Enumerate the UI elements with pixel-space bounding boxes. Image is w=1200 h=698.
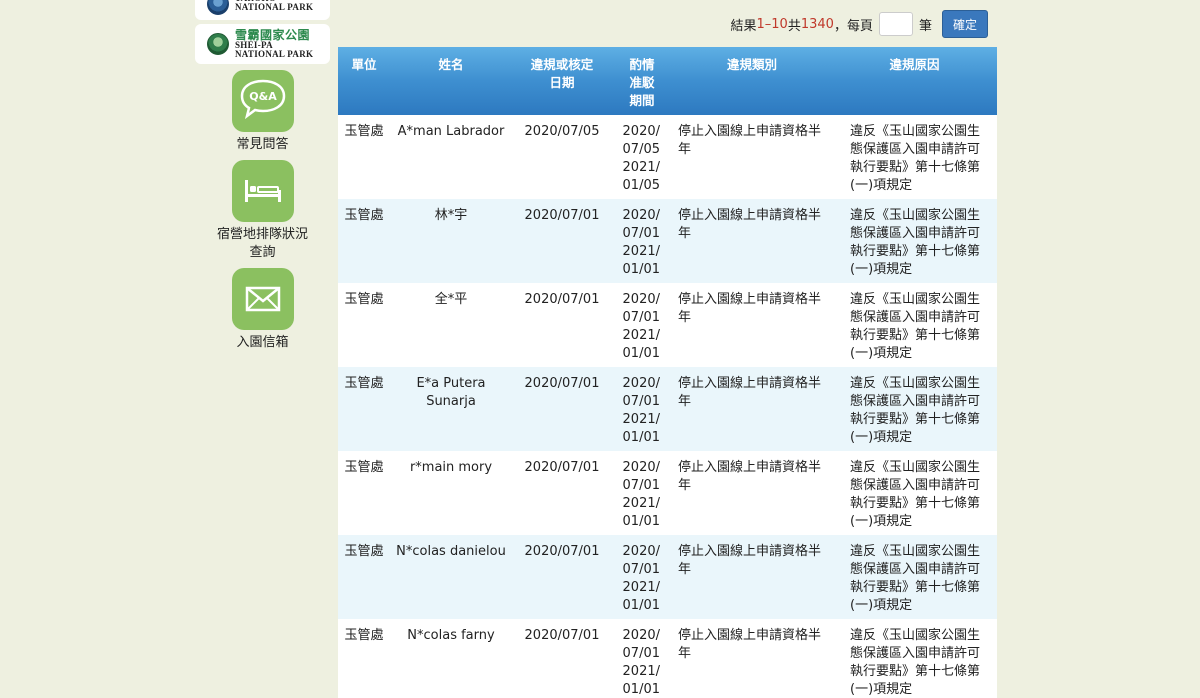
col-unit[interactable]: 單位 (338, 47, 390, 115)
cell-period: 2020/ 07/05 2021/ 01/05 (612, 115, 672, 199)
cell-category: 停止入園線上申請資格半年 (672, 619, 832, 698)
faq-tile[interactable]: Q&A (231, 70, 294, 132)
cell-reason: 違反《玉山國家公園生態保護區入園申請許可執行要點》第十七條第(一)項規定 (832, 535, 997, 619)
nav-campsite-queue[interactable]: 宿營地排隊狀況查詢 (195, 160, 330, 262)
cell-reason: 違反《玉山國家公園生態保護區入園申請許可執行要點》第十七條第(一)項規定 (832, 367, 997, 451)
qa-badge: Q&A (249, 90, 277, 103)
cell-name: N*colas farny (390, 619, 512, 698)
results-prefix: 結果 (730, 18, 757, 34)
qa-bubble-icon: Q&A (240, 79, 285, 120)
cell-name: E*a Putera Sunarja (390, 367, 512, 451)
per-page-input[interactable] (878, 12, 913, 36)
table-row: 玉管處 A*man Labrador 2020/07/05 2020/ 07/05 2… (338, 115, 997, 199)
bed-icon (244, 180, 281, 202)
cell-category: 停止入園線上申請資格半年 (672, 199, 832, 283)
cell-period: 2020/ 07/01 2021/ 01/01 (612, 619, 672, 698)
cell-name: 全*平 (390, 283, 512, 367)
cell-period: 2020/ 07/01 2021/ 01/01 (612, 367, 672, 451)
cell-reason: 違反《玉山國家公園生態保護區入園申請許可執行要點》第十七條第(一)項規定 (832, 283, 997, 367)
cell-unit: 玉管處 (338, 535, 390, 619)
sheipa-emblem-icon (207, 33, 229, 55)
cell-unit: 玉管處 (338, 283, 390, 367)
park-link-sheipa[interactable]: 雪霸國家公園 SHEI-PA NATIONAL PARK (195, 24, 330, 64)
taroko-emblem-icon (207, 0, 229, 15)
cell-unit: 玉管處 (338, 367, 390, 451)
cell-unit: 玉管處 (338, 115, 390, 199)
cell-date: 2020/07/01 (512, 619, 612, 698)
cell-unit: 玉管處 (338, 451, 390, 535)
cell-period: 2020/ 07/01 2021/ 01/01 (612, 535, 672, 619)
table-row: 玉管處 全*平 2020/07/01 2020/ 07/01 2021/ 01/01 停… (338, 283, 997, 367)
col-date[interactable]: 違規或核定日期 (512, 47, 612, 115)
results-total: 1340 (800, 16, 834, 32)
cell-name: r*main mory (390, 451, 512, 535)
cell-category: 停止入園線上申請資格半年 (672, 535, 832, 619)
col-category[interactable]: 違規類別 (672, 47, 832, 115)
cell-date: 2020/07/05 (512, 115, 612, 199)
table-body: 玉管處 A*man Labrador 2020/07/05 2020/ 07/05 2… (338, 115, 997, 698)
table-row: 玉管處 E*a Putera Sunarja 2020/07/01 2020/ 07/… (338, 367, 997, 451)
park-link-taroko[interactable]: TAROKO NATIONAL PARK (195, 0, 330, 20)
cell-name: 林*宇 (390, 199, 512, 283)
cell-date: 2020/07/01 (512, 199, 612, 283)
cell-date: 2020/07/01 (512, 283, 612, 367)
table-row: 玉管處 林*宇 2020/07/01 2020/ 07/01 2021/ 01/01 停… (338, 199, 997, 283)
cell-category: 停止入園線上申請資格半年 (672, 367, 832, 451)
results-mid: 共 (787, 18, 801, 34)
nav-mailbox-label[interactable]: 入園信箱 (236, 334, 288, 352)
park-name-en: SHEI-PA NATIONAL PARK (235, 40, 314, 59)
campsite-tile[interactable] (231, 160, 294, 222)
col-period[interactable]: 酌情准駁期間 (612, 47, 672, 115)
nav-faq-label[interactable]: 常見問答 (236, 136, 288, 154)
cell-name: A*man Labrador (390, 115, 512, 199)
results-suffix: ，每頁 (833, 18, 873, 34)
cell-date: 2020/07/01 (512, 535, 612, 619)
cell-category: 停止入園線上申請資格半年 (672, 283, 832, 367)
per-page-unit: 筆 (918, 18, 932, 34)
cell-reason: 違反《玉山國家公園生態保護區入園申請許可執行要點》第十七條第(一)項規定 (832, 451, 997, 535)
cell-reason: 違反《玉山國家公園生態保護區入園申請許可執行要點》第十七條第(一)項規定 (832, 115, 997, 199)
cell-name: N*colas danielou (390, 535, 512, 619)
table-row: 玉管處 N*colas danielou 2020/07/01 2020/ 07/01… (338, 535, 997, 619)
results-range: 1–10 (756, 16, 788, 32)
park-name-en: TAROKO NATIONAL PARK (235, 0, 314, 12)
mail-icon (245, 286, 280, 312)
cell-period: 2020/ 07/01 2021/ 01/01 (612, 451, 672, 535)
cell-period: 2020/ 07/01 2021/ 01/01 (612, 283, 672, 367)
table-header-row: 單位 姓名 違規或核定日期 酌情准駁期間 違規類別 違規原因 (338, 47, 997, 115)
cell-date: 2020/07/01 (512, 451, 612, 535)
cell-period: 2020/ 07/01 2021/ 01/01 (612, 199, 672, 283)
nav-mailbox[interactable]: 入園信箱 (195, 268, 330, 352)
cell-category: 停止入園線上申請資格半年 (672, 451, 832, 535)
cell-unit: 玉管處 (338, 199, 390, 283)
pagination-bar: 結果 1–10 共 1340 ，每頁 筆 確定 (730, 10, 988, 38)
col-name[interactable]: 姓名 (390, 47, 512, 115)
cell-category: 停止入園線上申請資格半年 (672, 115, 832, 199)
nav-campsite-label[interactable]: 宿營地排隊狀況查詢 (213, 226, 313, 262)
cell-date: 2020/07/01 (512, 367, 612, 451)
mailbox-tile[interactable] (231, 268, 294, 330)
nav-faq[interactable]: Q&A 常見問答 (195, 70, 330, 154)
confirm-button[interactable]: 確定 (941, 10, 988, 38)
table-row: 玉管處 r*main mory 2020/07/01 2020/ 07/01 2021… (338, 451, 997, 535)
table-row: 玉管處 N*colas farny 2020/07/01 2020/ 07/01 20… (338, 619, 997, 698)
cell-reason: 違反《玉山國家公園生態保護區入園申請許可執行要點》第十七條第(一)項規定 (832, 619, 997, 698)
cell-reason: 違反《玉山國家公園生態保護區入園申請許可執行要點》第十七條第(一)項規定 (832, 199, 997, 283)
cell-unit: 玉管處 (338, 619, 390, 698)
col-reason[interactable]: 違規原因 (832, 47, 997, 115)
sidebar: TAROKO NATIONAL PARK 雪霸國家公園 SHEI-PA NATI… (195, 0, 330, 352)
violations-table: 單位 姓名 違規或核定日期 酌情准駁期間 違規類別 違規原因 玉管處 A*man … (338, 47, 997, 698)
